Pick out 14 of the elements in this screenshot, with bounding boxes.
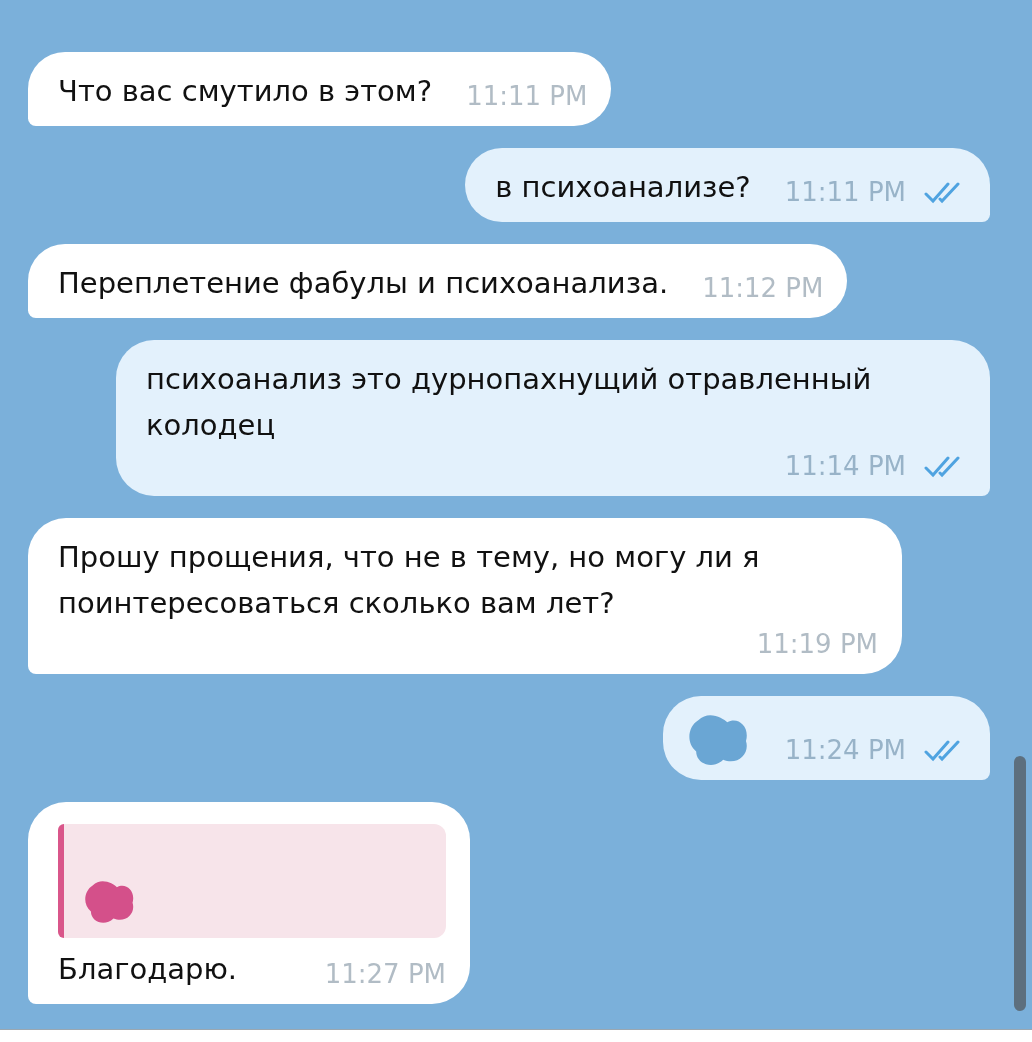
message-time: 11:19 PM (756, 628, 878, 661)
message-time: 11:11 PM (784, 176, 906, 209)
message-text: в психоанализе? (495, 169, 751, 206)
scrollbar[interactable] (1014, 756, 1026, 1011)
message-time: 11:27 PM (324, 958, 446, 991)
message-text: психоанализ это дурнопахнущий отравленный колодец (146, 361, 873, 444)
message-time: 11:11 PM (466, 80, 588, 113)
message-time: 11:24 PM (784, 734, 906, 767)
message-time: 11:12 PM (702, 272, 824, 305)
message-text: Переплетение фабулы и психоанализа. (58, 265, 669, 302)
message-text: Что вас смутило в этом? (58, 73, 433, 110)
message-text: Благодарю. (58, 951, 238, 988)
message-time: 11:14 PM (784, 450, 906, 483)
message-text: Прошу прощения, что не в тему, но могу ли я поинтересоваться сколько вам лет? (58, 539, 761, 622)
